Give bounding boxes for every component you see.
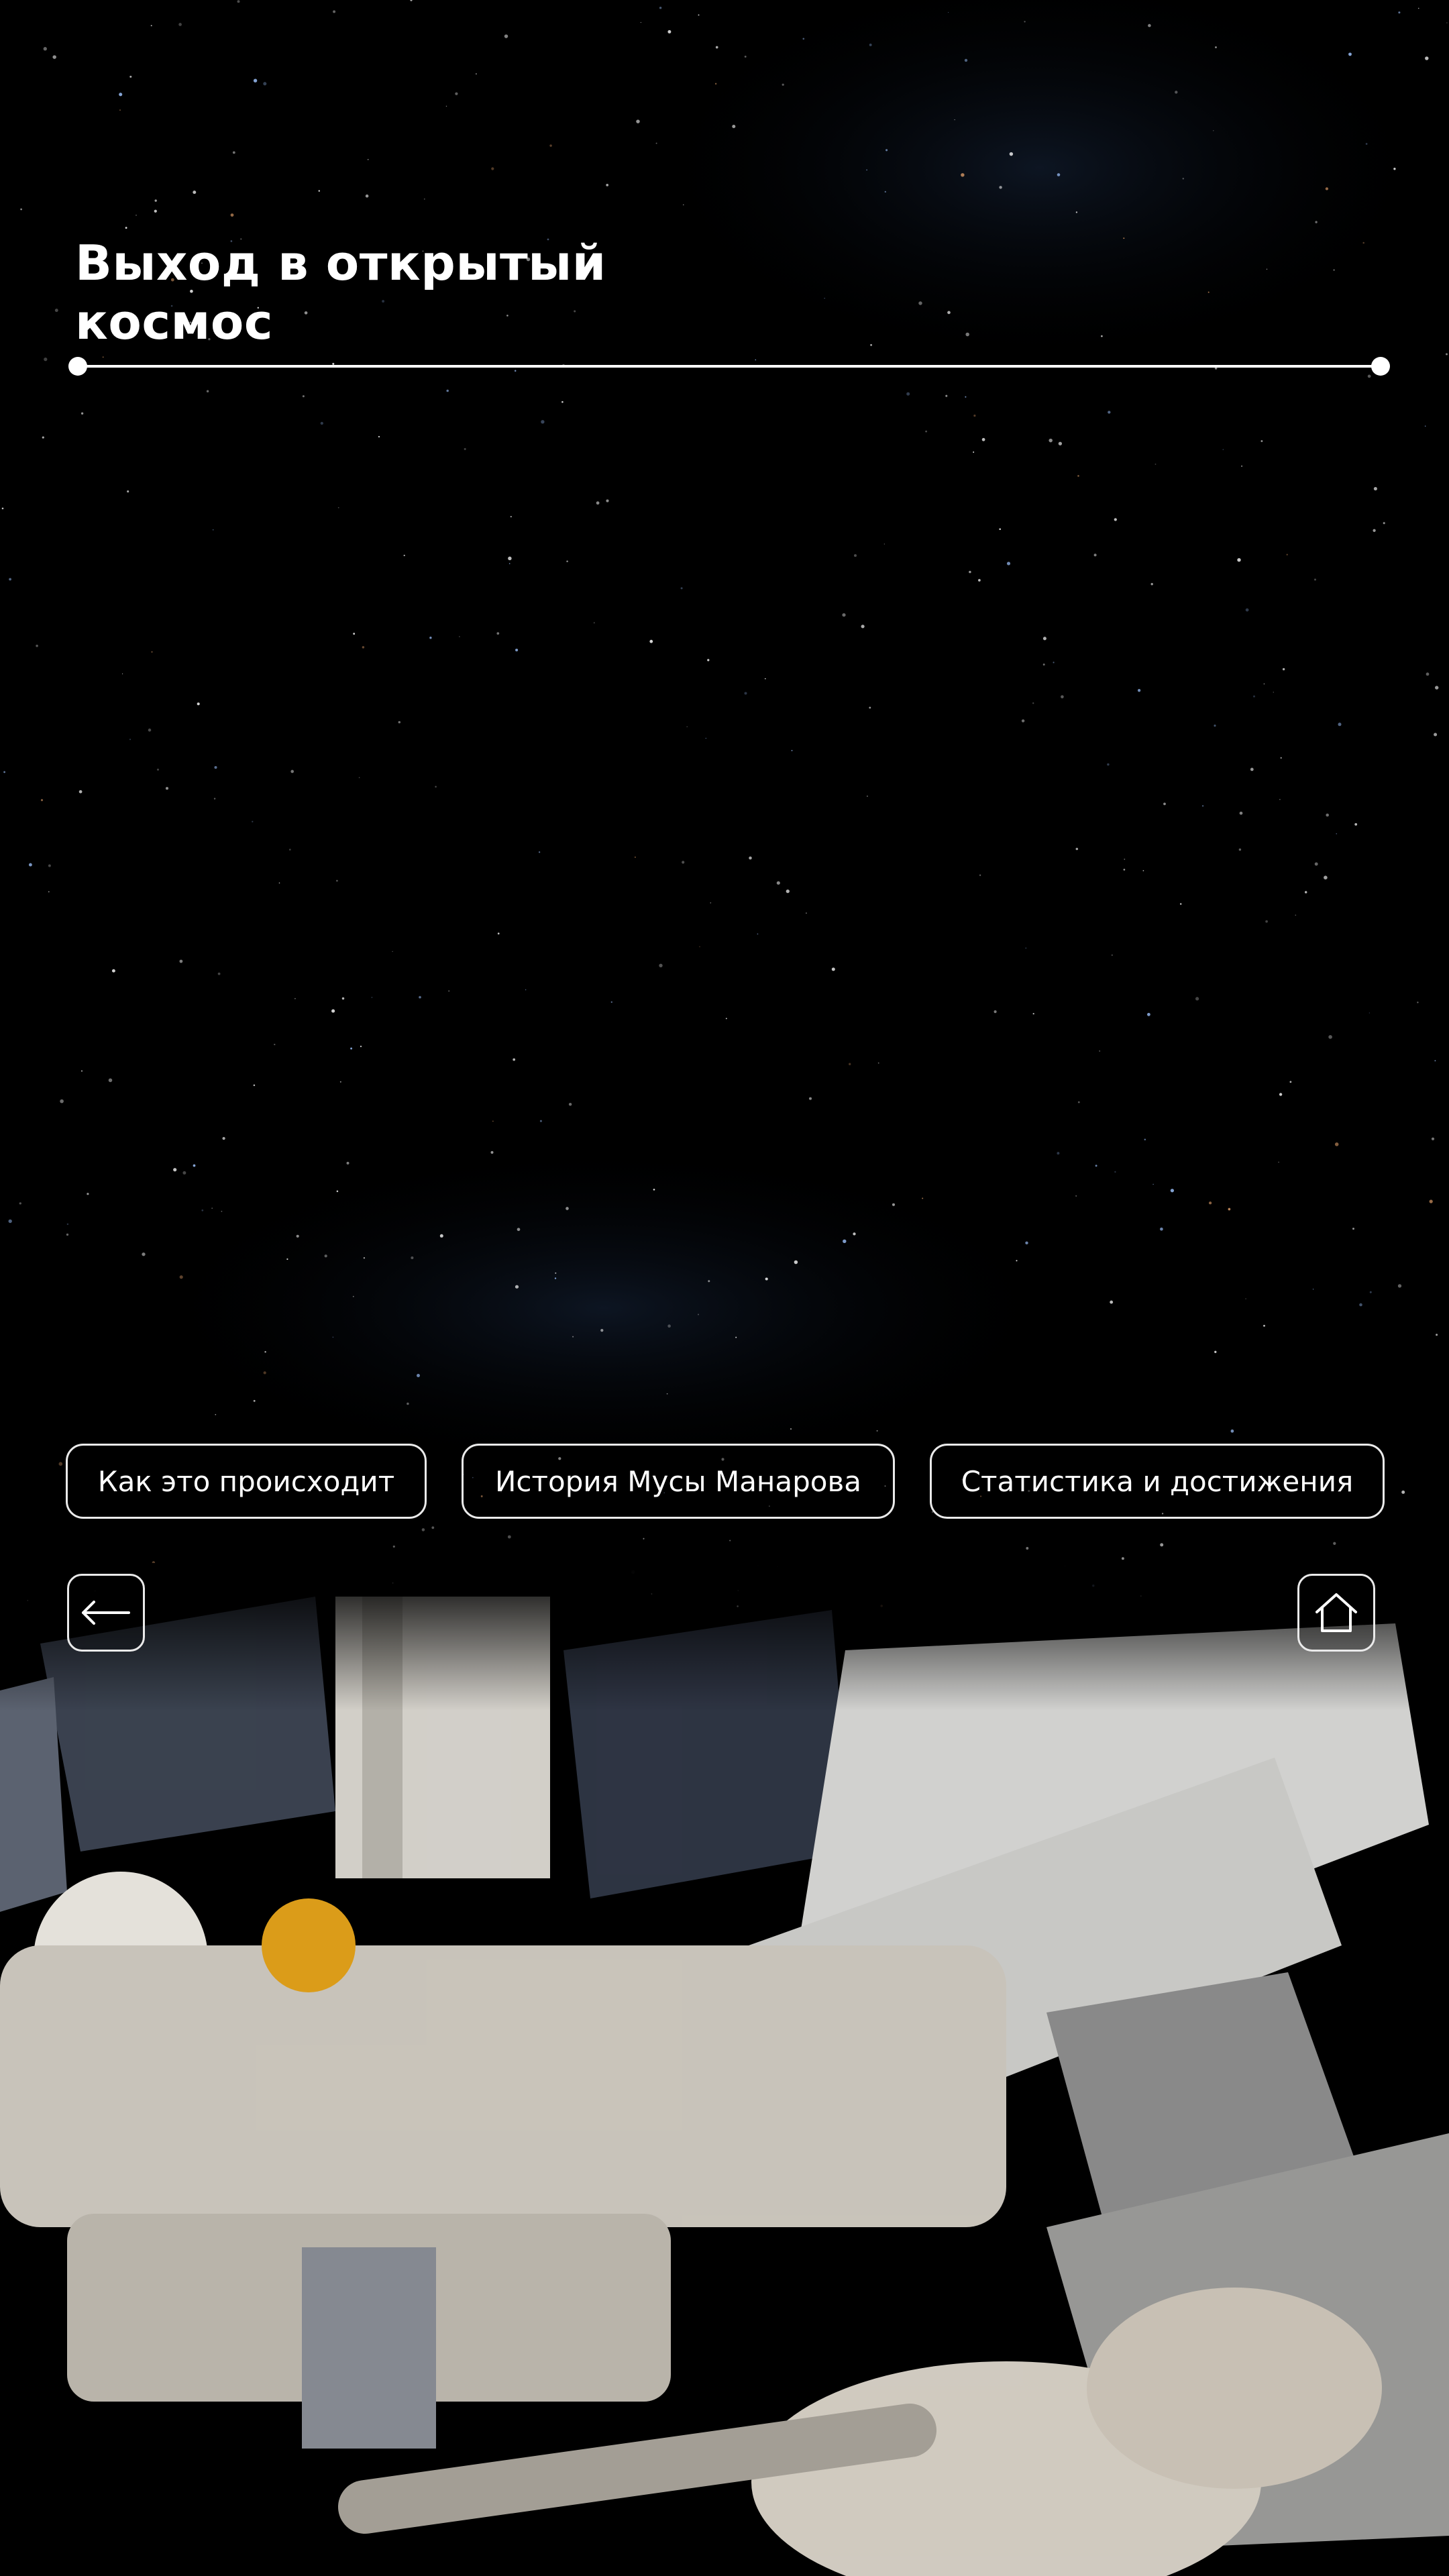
section-tabs: Как это происходит История Мусы Манарова…	[0, 1444, 1449, 1521]
tab-how-it-happens-label: Как это происходит	[97, 1464, 395, 1498]
tab-musa-manarov-story-label: История Мусы Манарова	[495, 1464, 861, 1498]
progress-bar	[68, 357, 1390, 376]
space-station-background	[0, 0, 1449, 2576]
arrow-left-icon	[82, 1601, 130, 1625]
home-icon	[1316, 1593, 1357, 1632]
progress-end-dot	[1371, 357, 1390, 376]
tab-musa-manarov-story[interactable]: История Мусы Манарова	[462, 1444, 895, 1519]
page-title-line-2: космос	[75, 294, 274, 350]
home-button[interactable]	[1297, 1574, 1375, 1652]
tab-how-it-happens[interactable]: Как это происходит	[66, 1444, 427, 1519]
page-title: Выход в открытый космос	[75, 233, 746, 352]
background-scene	[0, 0, 1449, 2576]
progress-start-dot	[68, 357, 87, 376]
tab-statistics-achievements-label: Статистика и достижения	[961, 1464, 1354, 1498]
page-title-line-1: Выход в открытый	[75, 235, 606, 291]
tab-statistics-achievements[interactable]: Статистика и достижения	[930, 1444, 1385, 1519]
back-button[interactable]	[67, 1574, 145, 1652]
